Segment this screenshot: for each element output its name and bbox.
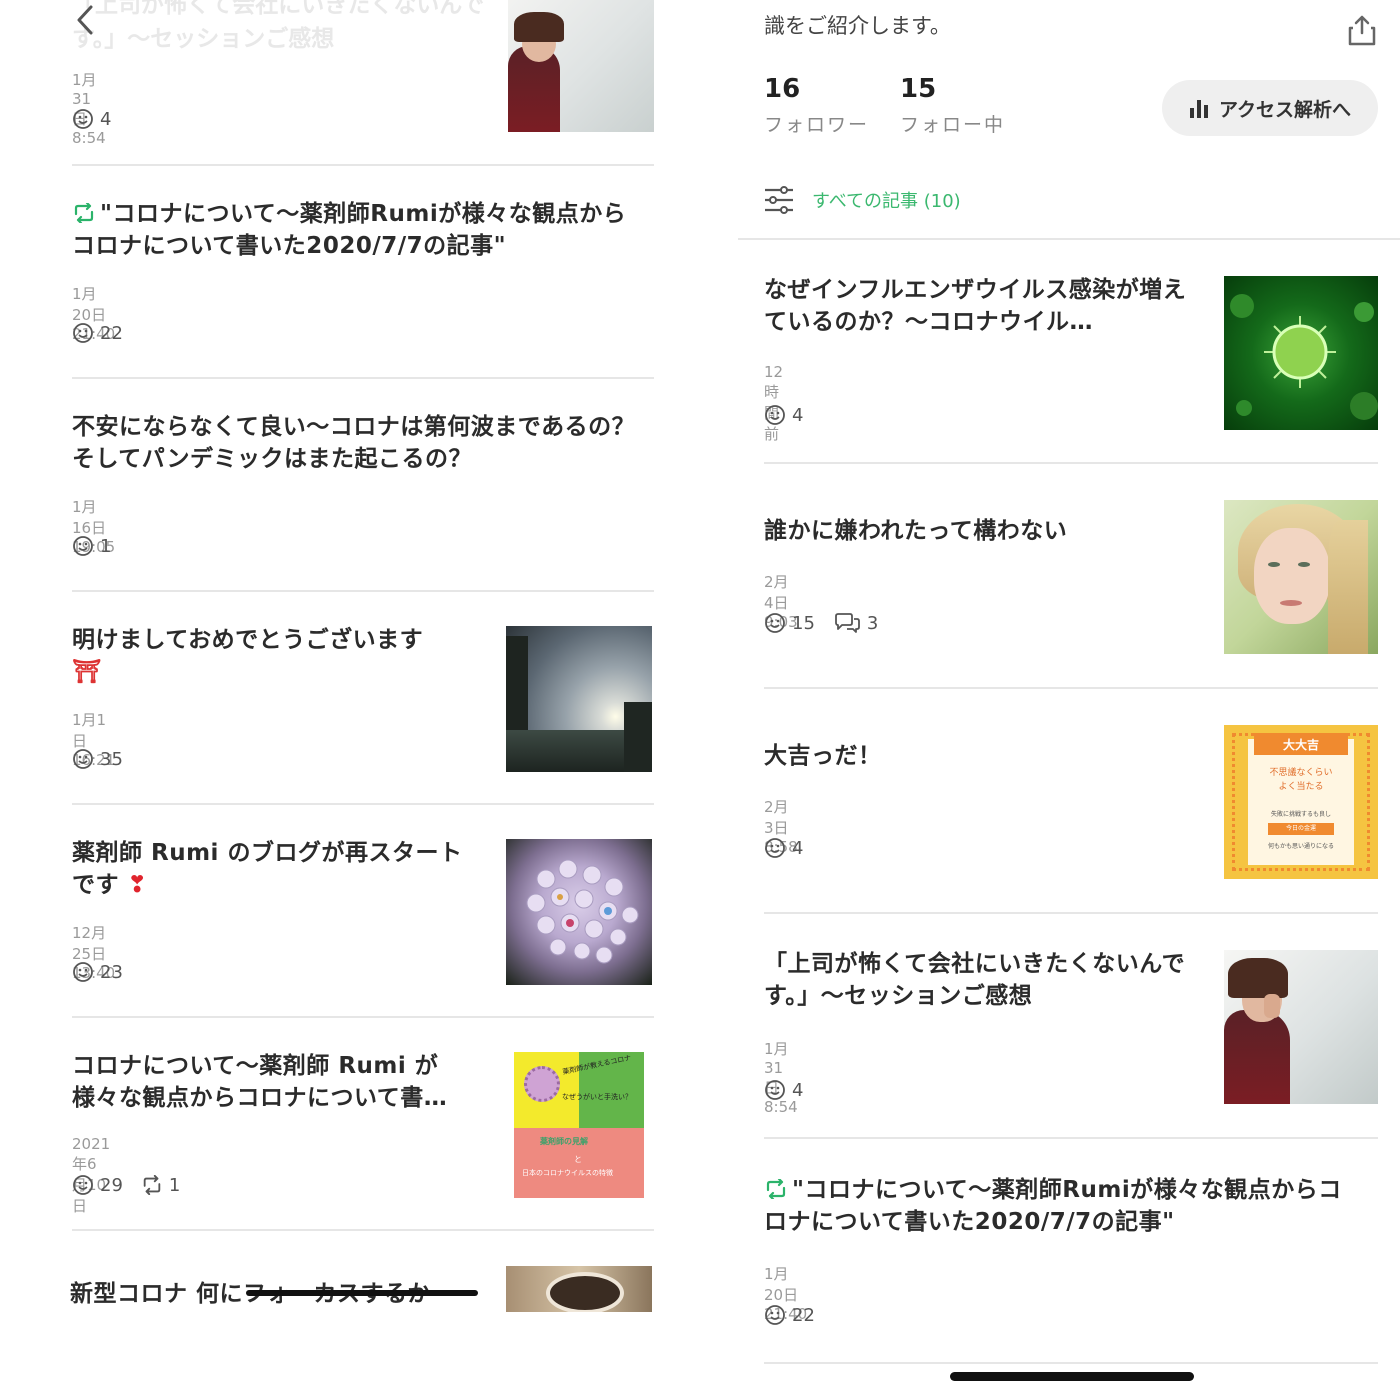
- article-meta: 1: [72, 535, 111, 557]
- article-thumbnail: 薬剤師が教えるコロナ なぜうがいと手洗い？ 薬剤師の見解 と 日本のコロナウイル…: [514, 1052, 644, 1198]
- article-thumbnail: [508, 0, 654, 132]
- article-thumbnail: [506, 1266, 652, 1312]
- smile-icon: [765, 1305, 785, 1325]
- followers-stat[interactable]: 16 フォロワー: [764, 74, 869, 137]
- article-title: 大吉っだ！: [764, 743, 882, 769]
- divider: [72, 1229, 654, 1231]
- followers-label: フォロワー: [764, 114, 870, 136]
- like-count: 23: [72, 961, 123, 983]
- torii-emoji: ⛩: [72, 659, 102, 685]
- article-thumbnail: [506, 626, 652, 772]
- home-indicator[interactable]: [950, 1372, 1194, 1381]
- article-meta: 35: [72, 748, 123, 770]
- previous-article-title: 「上司が怖くて会社にいきたくないんです。」〜セッションご感想: [72, 0, 485, 52]
- article-meta: 4: [72, 108, 111, 130]
- heart-exclamation-emoji: ❣: [127, 872, 148, 898]
- article-thumbnail: [1224, 276, 1378, 430]
- back-button[interactable]: [66, 0, 106, 40]
- smile-icon: [73, 1175, 93, 1195]
- divider: [72, 164, 654, 166]
- chevron-left-icon: [77, 5, 93, 35]
- divider: [72, 377, 654, 379]
- divider: [738, 238, 1400, 240]
- article-title: 薬剤師 Rumi のブログが再スタートです ❣: [72, 837, 472, 901]
- smile-icon: [765, 613, 785, 633]
- smile-icon: [765, 405, 785, 425]
- smile-icon: [73, 962, 93, 982]
- left-screen: 「上司が怖くて会社にいきたくないんです。」〜セッションご感想 1月31日 8:5…: [0, 0, 700, 1400]
- virus-image: [1230, 294, 1378, 420]
- filter-label: すべての記事 (10): [812, 191, 961, 212]
- article-filter[interactable]: すべての記事 (10): [764, 186, 961, 214]
- repost-count: 1: [141, 1175, 180, 1196]
- article-meta: 22: [764, 1304, 815, 1326]
- repost-icon: [74, 201, 94, 225]
- repost-icon: [766, 1177, 786, 1201]
- article-date: 1月31日 8:54: [764, 1040, 798, 1116]
- article-title: コロナについて〜薬剤師 Rumi が様々な観点からコロナについて書…: [72, 1053, 448, 1111]
- strikethrough-mark: [246, 1290, 478, 1296]
- smile-icon: [765, 838, 785, 858]
- access-analytics-button[interactable]: アクセス解析へ: [1162, 80, 1378, 136]
- article-title: "コロナについて〜薬剤師Rumiが様々な観点からコロナについて書いた2020/7…: [72, 201, 627, 259]
- share-icon: [1348, 15, 1376, 46]
- bar-chart-icon: [1189, 100, 1208, 118]
- article-title: 明けましておめでとうございます ⛩: [72, 624, 472, 688]
- article-title: なぜインフルエンザウイルス感染が増えているのか？〜コロナウイル…: [764, 277, 1187, 335]
- like-count: 35: [72, 748, 123, 770]
- article-meta: 23: [72, 961, 123, 983]
- right-screen: 識をご紹介します。 16 フォロワー 15 フォロー中 アクセス解析へ すべての…: [700, 0, 1400, 1400]
- article-title: 「上司が怖くて会社にいきたくないんです。」〜セッションご感想: [764, 951, 1186, 1009]
- smile-icon: [73, 536, 93, 556]
- like-count: 15: [764, 612, 815, 634]
- article-meta: 4: [764, 837, 803, 859]
- article-thumbnail: 大大吉 不思議なくらい よく当たる 失敗に挑戦するも良し 今日の金運 何もかも思…: [1224, 725, 1378, 879]
- hydrangea-image: [526, 859, 639, 964]
- smile-icon: [73, 109, 93, 129]
- like-count: 4: [764, 404, 803, 426]
- share-button[interactable]: [1342, 10, 1382, 50]
- like-count: 22: [72, 322, 123, 344]
- like-count: 1: [72, 535, 111, 557]
- article-thumbnail: [506, 839, 652, 985]
- like-count: 4: [764, 837, 803, 859]
- divider: [764, 1362, 1378, 1364]
- like-count: 4: [764, 1079, 803, 1101]
- divider: [764, 912, 1378, 914]
- divider: [72, 803, 654, 805]
- following-count: 15: [900, 74, 937, 104]
- smile-icon: [73, 749, 93, 769]
- divider: [72, 1016, 654, 1018]
- article-title: 不安にならなくて良い〜コロナは第何波まであるの？そしてパンデミックはまた起こるの…: [72, 414, 636, 472]
- article-title: "コロナについて〜薬剤師Rumiが様々な観点からコロナについて書いた2020/7…: [764, 1177, 1342, 1235]
- comment-count: 3: [833, 612, 878, 634]
- smile-icon: [765, 1080, 785, 1100]
- followers-count: 16: [764, 74, 801, 104]
- comment-icon: [835, 613, 860, 633]
- article-thumbnail: [1224, 950, 1378, 1104]
- smile-icon: [73, 323, 93, 343]
- like-count: 29: [72, 1174, 123, 1196]
- like-count: 4: [72, 108, 111, 130]
- repost-icon: [143, 1175, 161, 1195]
- article-meta: 15 3: [764, 612, 878, 634]
- divider: [764, 687, 1378, 689]
- article-thumbnail: [1224, 500, 1378, 654]
- divider: [764, 462, 1378, 464]
- following-stat[interactable]: 15 フォロー中: [900, 74, 1005, 137]
- article-title: 誰かに嫌われたって構わない: [764, 518, 1068, 544]
- like-count: 22: [764, 1304, 815, 1326]
- filter-icon: [765, 186, 793, 214]
- article-meta: 4: [764, 1079, 803, 1101]
- divider: [764, 1137, 1378, 1139]
- article-meta: 4: [764, 404, 803, 426]
- following-label: フォロー中: [900, 114, 1006, 136]
- article-meta: 22: [72, 322, 123, 344]
- article-meta: 29 1: [72, 1174, 180, 1196]
- divider: [72, 590, 654, 592]
- profile-intro-snippet: 識をご紹介します。: [764, 14, 951, 38]
